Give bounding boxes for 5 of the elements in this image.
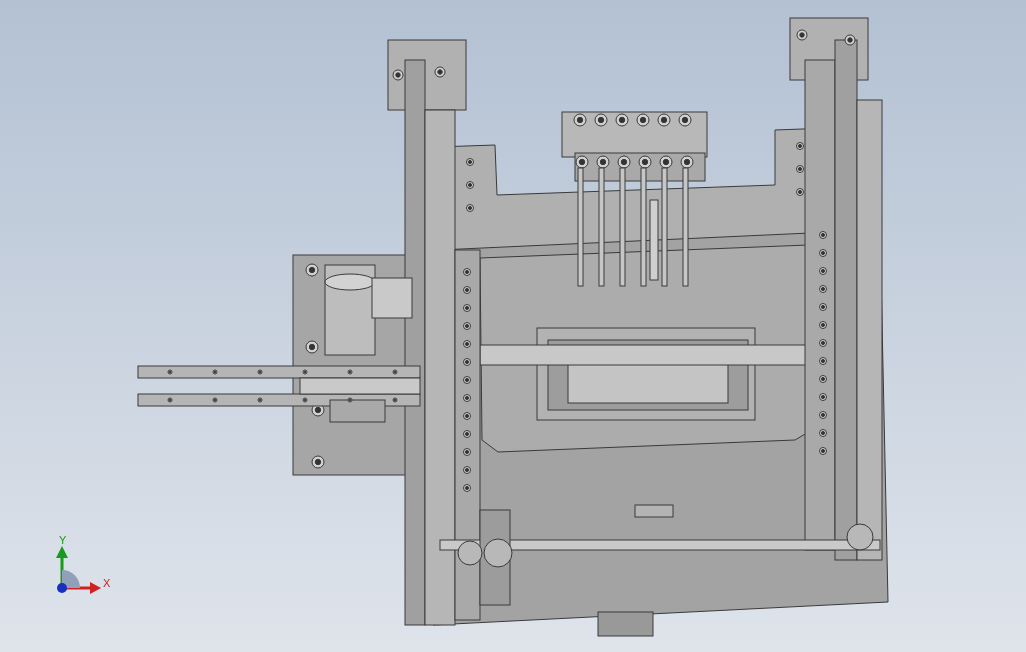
z-axis-icon xyxy=(57,583,67,593)
y-axis-label: Y xyxy=(59,534,67,546)
plane-indicator-icon xyxy=(62,570,80,588)
x-axis-label: X xyxy=(103,577,111,589)
cad-viewport[interactable]: Y X xyxy=(0,0,1026,652)
